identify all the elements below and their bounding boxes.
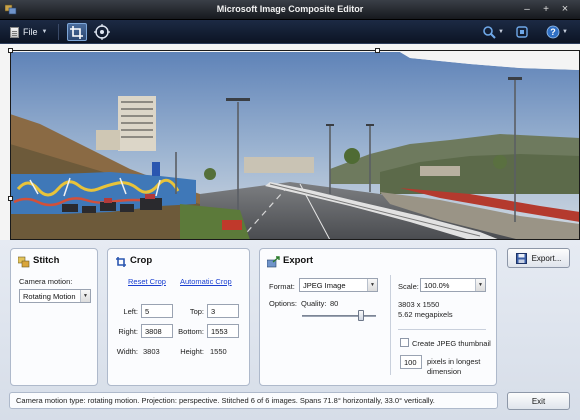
options-label: Options: — [269, 299, 297, 308]
panorama-preview[interactable] — [0, 44, 580, 240]
crop-icon — [70, 26, 83, 39]
search-icon — [483, 26, 496, 39]
rotate-tool-button[interactable] — [93, 23, 111, 41]
file-menu[interactable]: File ▼ — [10, 25, 47, 39]
scale-label: Scale: — [398, 282, 419, 291]
chevron-down-icon: ▼ — [80, 290, 90, 302]
bottom-input[interactable]: 1553 — [207, 324, 239, 338]
exit-button[interactable]: Exit — [507, 392, 570, 410]
automatic-crop-link[interactable]: Automatic Crop — [180, 277, 232, 286]
chevron-down-icon: ▼ — [41, 29, 48, 35]
width-value: 3803 — [143, 347, 160, 356]
chevron-down-icon: ▼ — [562, 29, 568, 35]
export-icon — [267, 256, 280, 268]
scale-select[interactable]: 100.0% ▼ — [420, 278, 486, 292]
export-panel: Export Format: JPEG Image ▼ Options: Qua… — [259, 248, 497, 386]
height-value: 1550 — [210, 347, 227, 356]
crop-icon — [116, 257, 126, 267]
quality-value: 80 — [330, 299, 339, 308]
chevron-down-icon: ▼ — [367, 279, 377, 291]
top-label: Top: — [189, 307, 204, 316]
thumbnail-pixels-label: pixels in longest — [427, 357, 481, 366]
svg-text:?: ? — [550, 27, 556, 37]
thumbnail-pixels-label-2: dimension — [427, 367, 462, 376]
zoom-tool-button[interactable]: ▼ — [482, 24, 504, 40]
help-icon: ? — [546, 25, 560, 39]
quality-slider-track[interactable] — [302, 315, 376, 317]
export-hseparator — [398, 329, 486, 330]
fit-view-button[interactable] — [514, 24, 530, 40]
left-input[interactable]: 5 — [141, 304, 173, 318]
file-menu-label: File — [23, 27, 38, 37]
quality-slider-thumb[interactable] — [358, 310, 365, 321]
crop-handle-top-center[interactable] — [375, 48, 380, 53]
format-value: JPEG Image — [303, 281, 346, 290]
help-button[interactable]: ? ▼ — [546, 24, 570, 40]
save-icon — [515, 252, 527, 264]
rotate-icon — [94, 24, 110, 40]
status-bar: Camera motion type: rotating motion. Pro… — [9, 392, 498, 409]
right-input[interactable]: 3808 — [141, 324, 173, 338]
crop-panel: Crop Reset Crop Automatic Crop Left: 5 T… — [107, 248, 250, 386]
format-select[interactable]: JPEG Image ▼ — [299, 278, 378, 292]
quality-label: Quality: — [301, 299, 327, 308]
window-title: Microsoft Image Composite Editor — [216, 4, 364, 14]
close-button[interactable]: × — [558, 3, 572, 16]
top-input[interactable]: 3 — [207, 304, 239, 318]
export-divider — [390, 275, 391, 375]
stitch-icon — [18, 256, 30, 268]
reset-crop-link[interactable]: Reset Crop — [128, 277, 166, 286]
chevron-down-icon: ▼ — [475, 279, 485, 291]
panorama-image — [10, 50, 580, 240]
maximize-button[interactable]: + — [539, 3, 553, 16]
chevron-down-icon: ▼ — [498, 29, 504, 35]
thumbnail-pixels-input[interactable]: 100 — [400, 355, 422, 369]
export-dimensions: 3803 x 1550 — [398, 300, 440, 309]
file-icon — [10, 26, 19, 38]
crop-handle-top-left[interactable] — [8, 48, 13, 53]
fit-view-icon — [516, 26, 528, 38]
camera-motion-label: Camera motion: — [19, 277, 73, 286]
control-area: Stitch Camera motion: Rotating Motion ▼ … — [0, 240, 580, 420]
title-bar: Microsoft Image Composite Editor – + × — [0, 0, 580, 20]
format-label: Format: — [269, 282, 295, 291]
crop-title: Crop — [130, 255, 153, 266]
right-label: Right: — [118, 327, 138, 336]
export-button-label: Export... — [531, 253, 562, 263]
stitch-panel: Stitch Camera motion: Rotating Motion ▼ — [10, 248, 98, 386]
crop-handle-left-middle[interactable] — [8, 196, 13, 201]
jpeg-thumbnail-label: Create JPEG thumbnail — [412, 339, 491, 348]
toolbar: File ▼ ▼ ? ▼ — [0, 20, 580, 44]
stitch-title: Stitch — [33, 255, 60, 266]
crop-tool-button[interactable] — [67, 23, 87, 41]
scale-value: 100.0% — [424, 281, 450, 290]
left-label: Left: — [123, 307, 138, 316]
camera-motion-value: Rotating Motion — [23, 292, 76, 301]
camera-motion-select[interactable]: Rotating Motion ▼ — [19, 289, 91, 303]
export-title: Export — [283, 255, 314, 266]
width-label: Width: — [116, 347, 138, 356]
minimize-button[interactable]: – — [520, 3, 534, 16]
export-button[interactable]: Export... — [507, 248, 570, 268]
export-megapixels: 5.62 megapixels — [398, 310, 453, 319]
jpeg-thumbnail-checkbox[interactable] — [400, 338, 409, 347]
toolbar-separator — [58, 24, 59, 40]
bottom-label: Bottom: — [178, 327, 204, 336]
height-label: Height: — [180, 347, 204, 356]
